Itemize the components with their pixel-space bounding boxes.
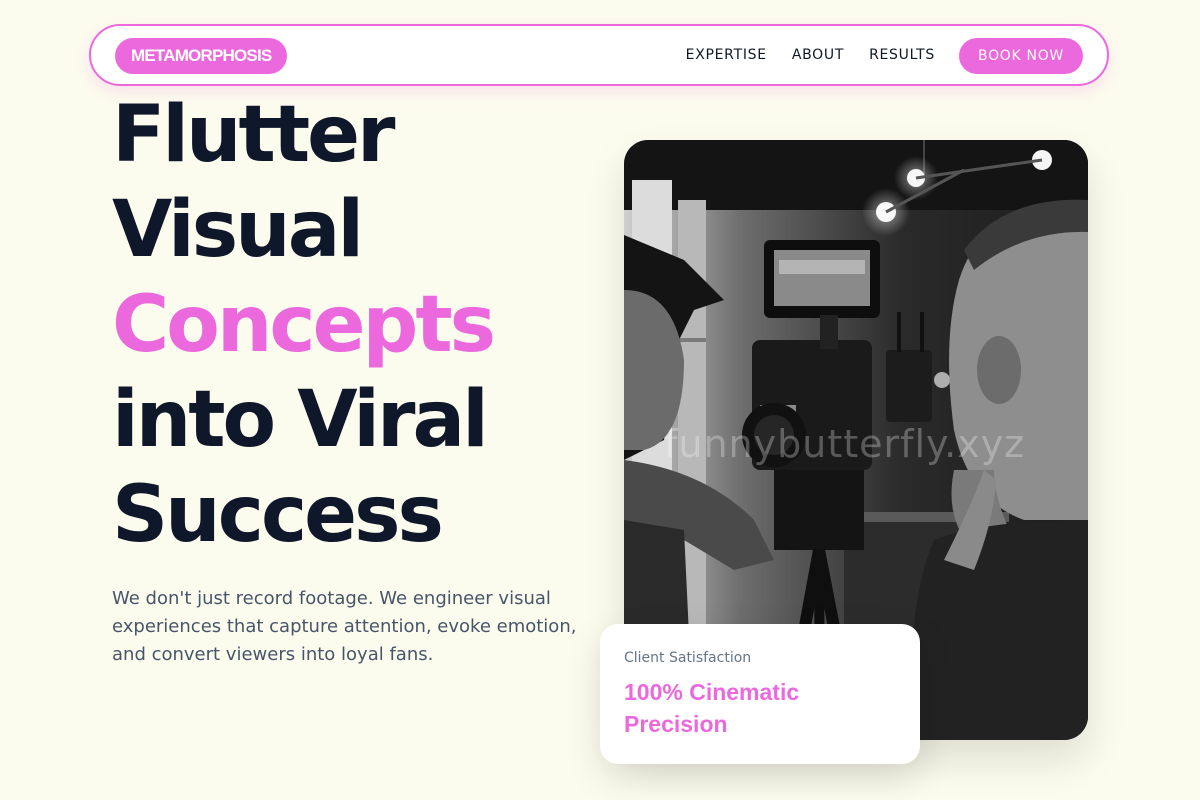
book-now-button[interactable]: BOOK NOW	[959, 38, 1083, 74]
headline-line-2: Visual	[112, 185, 364, 275]
stat-card-label: Client Satisfaction	[624, 650, 752, 666]
brand-logo[interactable]: METAMORPHOSIS	[115, 38, 288, 74]
hero-subtext: We don't just record footage. We enginee…	[112, 588, 577, 665]
headline-line-1: Flutter	[112, 90, 396, 180]
hero-headline: Flutter Visual Concepts into Viral Succe…	[112, 88, 496, 563]
stat-card: Client Satisfaction 100% Cinematic Preci…	[600, 624, 920, 764]
nav-link-expertise[interactable]: EXPERTISE	[686, 47, 767, 63]
nav-link-about[interactable]: ABOUT	[792, 47, 844, 63]
headline-line-4: into Viral	[112, 375, 489, 465]
nav-link-results[interactable]: RESULTS	[869, 47, 935, 63]
stat-card-value: 100% Cinematic Precision	[624, 679, 800, 737]
top-navbar: METAMORPHOSIS EXPERTISE ABOUT RESULTS BO…	[89, 24, 1109, 86]
watermark-text: funnybutterfly.xyz	[664, 422, 1026, 466]
headline-line-3-accent: Concepts	[112, 280, 496, 370]
nav-links: EXPERTISE ABOUT RESULTS	[686, 26, 935, 84]
headline-line-5: Success	[112, 470, 444, 560]
